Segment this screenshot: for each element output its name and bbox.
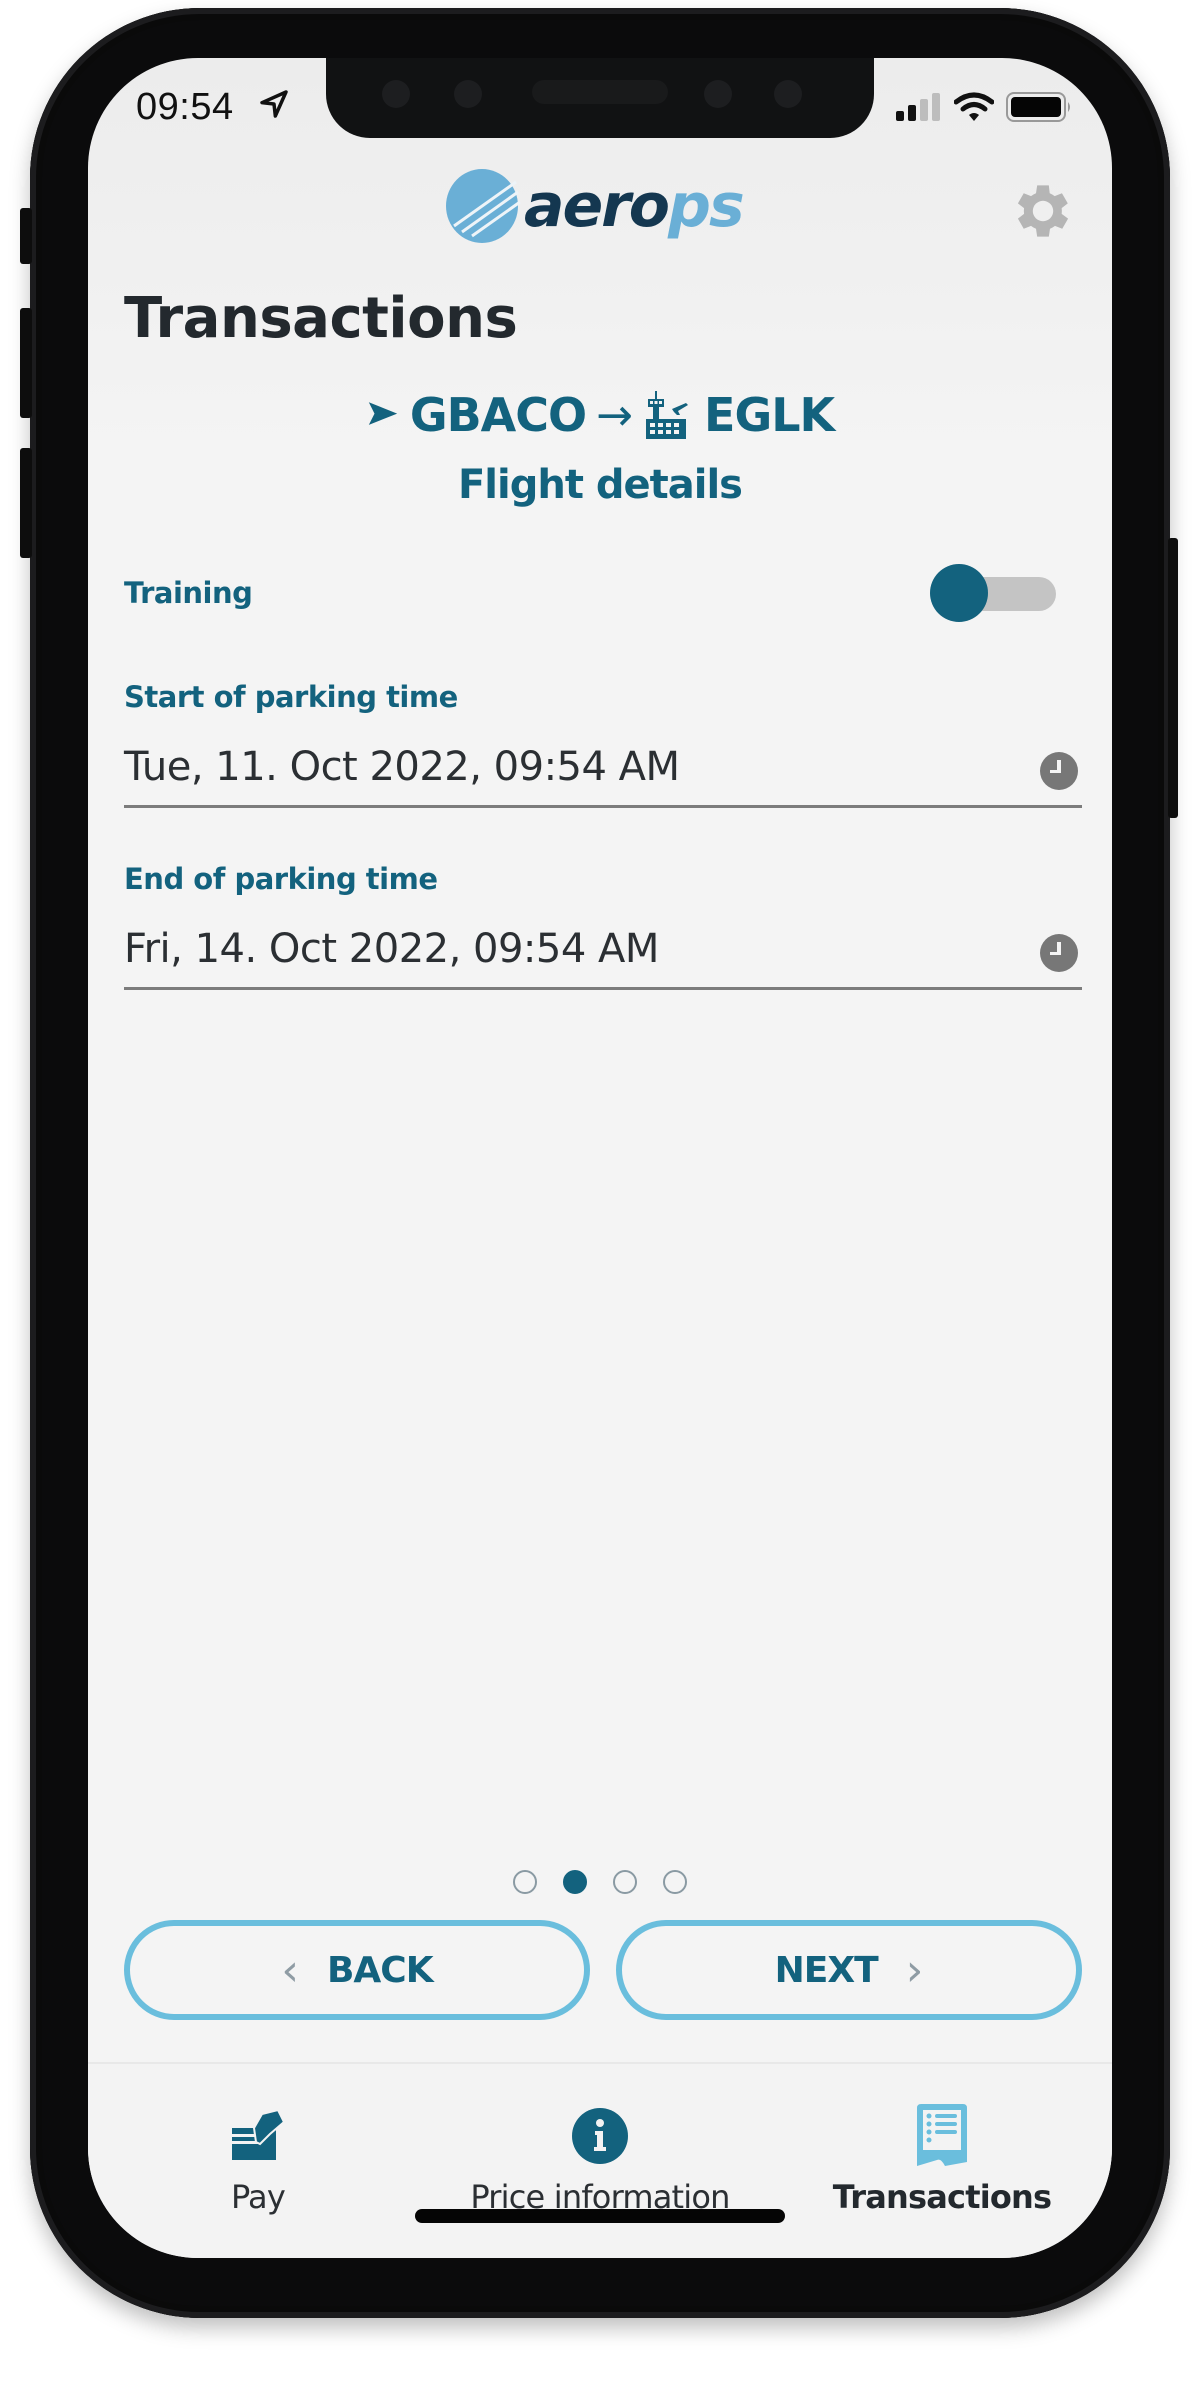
wifi-icon [954, 92, 994, 121]
status-time: 09:54 [136, 86, 234, 128]
route-arrow: → [596, 389, 633, 441]
start-parking-value: Tue, 11. Oct 2022, 09:54 AM [124, 744, 680, 790]
start-parking-field[interactable]: Tue, 11. Oct 2022, 09:54 AM [124, 734, 1082, 808]
app-screen: 09:54 aero ps Transactions GBACO → EGLK … [88, 58, 1112, 2258]
mute-switch [20, 208, 32, 264]
end-parking-value: Fri, 14. Oct 2022, 09:54 AM [124, 926, 659, 972]
pay-card-icon [232, 2108, 286, 2160]
speaker-grille [532, 80, 668, 104]
end-parking-field[interactable]: Fri, 14. Oct 2022, 09:54 AM [124, 916, 1082, 990]
sensor [774, 80, 802, 108]
flight-route: GBACO → EGLK [88, 388, 1112, 442]
power-button [1168, 538, 1178, 818]
status-icons [896, 92, 1072, 122]
page-dot[interactable] [613, 1870, 637, 1894]
page-indicator [88, 1870, 1112, 1894]
toggle-thumb [930, 564, 988, 622]
home-indicator[interactable] [415, 2209, 785, 2223]
logo-globe-icon [446, 169, 521, 243]
chevron-left-icon: ‹ [281, 1944, 299, 1996]
aircraft-arrow-icon [368, 402, 398, 425]
bottom-tab-bar: Pay Price information Transactions [88, 2062, 1112, 2258]
tab-transactions[interactable]: Transactions [772, 2104, 1112, 2216]
training-label: Training [124, 576, 253, 610]
back-button[interactable]: ‹ BACK [124, 1920, 590, 2020]
gear-icon[interactable] [1008, 176, 1078, 246]
cellular-signal-icon [896, 93, 940, 121]
next-button-label: NEXT [774, 1949, 879, 1991]
front-camera [704, 80, 732, 108]
tab-pay[interactable]: Pay [88, 2104, 428, 2216]
chevron-right-icon: › [905, 1944, 924, 1996]
location-arrow-icon [260, 90, 288, 118]
section-subtitle: Flight details [457, 462, 743, 508]
logo-text-aero: aero [524, 171, 670, 241]
aerops-logo: aero ps [444, 168, 745, 244]
clock-icon[interactable] [1040, 752, 1078, 790]
battery-icon [1006, 92, 1070, 122]
volume-up-button [20, 308, 32, 418]
destination-code: EGLK [704, 388, 835, 442]
tab-pay-label: Pay [230, 2178, 286, 2216]
page-dot[interactable] [663, 1870, 687, 1894]
logo-text-ps: ps [668, 171, 745, 241]
notch [326, 58, 874, 138]
training-toggle[interactable] [930, 564, 1056, 624]
page-dot[interactable] [513, 1870, 537, 1894]
page-title: Transactions [124, 286, 518, 351]
sensor [382, 80, 410, 108]
back-button-label: BACK [326, 1949, 434, 1991]
volume-down-button [20, 448, 32, 558]
start-parking-label: Start of parking time [124, 680, 458, 714]
page-dot-active[interactable] [563, 1870, 587, 1894]
receipt-list-icon [917, 2104, 967, 2166]
next-button[interactable]: NEXT › [616, 1920, 1082, 2020]
tab-price-information[interactable]: Price information [430, 2104, 770, 2216]
end-parking-label: End of parking time [124, 862, 438, 896]
origin-code: GBACO [409, 388, 587, 442]
info-circle-icon [572, 2108, 628, 2164]
tab-transactions-label: Transactions [832, 2178, 1052, 2216]
airport-tower-icon [646, 391, 689, 439]
sensor [454, 80, 482, 108]
clock-icon[interactable] [1040, 934, 1078, 972]
